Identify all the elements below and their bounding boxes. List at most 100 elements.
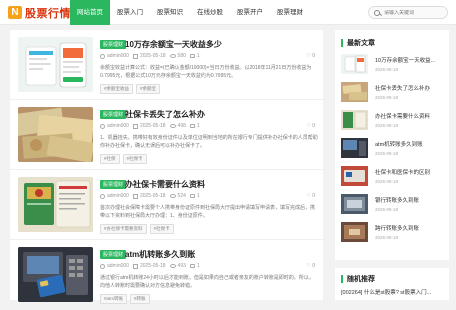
tag[interactable]: #余额宝: [136, 84, 161, 94]
article-thumbnail[interactable]: [18, 247, 93, 302]
article-comments: 1: [196, 263, 200, 269]
article-likes[interactable]: ♡ 0: [306, 193, 315, 199]
article-views: 524: [177, 193, 186, 199]
article-thumbnail[interactable]: [18, 107, 93, 162]
article-item: 股票理财 10万存余额宝一天收益多少 admin000 2025-05-18 5…: [10, 30, 323, 100]
sidebar-article-title[interactable]: 办社保卡需要什么资料: [375, 112, 430, 120]
article-author: admin000: [107, 193, 129, 199]
category-badge[interactable]: 股票理财: [100, 40, 127, 49]
sidebar-thumbnail[interactable]: [341, 82, 368, 102]
tag[interactable]: #atm转账: [100, 294, 128, 304]
sidebar-article-title[interactable]: 跨行转账多久到账: [375, 224, 419, 232]
views-icon: [169, 124, 176, 128]
likes-count: 0: [312, 53, 315, 59]
tag[interactable]: #社保卡: [149, 224, 174, 234]
sidebar-article[interactable]: atm机转账多久到账 2025-05-18: [341, 138, 445, 160]
article-tags: #社保 #社保卡: [100, 154, 147, 164]
nav-item-beginner[interactable]: 股票入门: [110, 0, 150, 25]
sidebar-thumbnail[interactable]: [341, 138, 368, 158]
sidebar-article[interactable]: 社保卡和医保卡的区别 2025-05-18: [341, 166, 445, 188]
sidebar-thumbnail[interactable]: [341, 194, 368, 214]
sidebar-article-title[interactable]: 社保卡丢失了怎么补办: [375, 84, 430, 92]
article-excerpt: 首次办理社会保障卡需要个人携带身份证原件到社保局大厅提出申请填写申请表，填写完成…: [100, 205, 316, 219]
article-meta: admin000 2025-05-18 498 1: [100, 123, 200, 129]
sidebar-article[interactable]: 10万存余额宝一天收益... 2025-05-18: [341, 54, 445, 76]
nav-item-home[interactable]: 网站首页: [70, 0, 110, 25]
article-views: 498: [177, 123, 186, 129]
article-title[interactable]: atm机转账多久到账: [125, 249, 195, 260]
user-icon: [100, 193, 105, 199]
tag[interactable]: #社保卡: [122, 154, 147, 164]
main-nav: 网站首页 股票入门 股票知识 在线炒股 股票开户 股票理财: [70, 0, 310, 25]
article-item: 股票理财 社保卡丢失了怎么补办 admin000 2025-05-18 498 …: [10, 100, 323, 170]
article-date: 2025-05-18: [139, 123, 166, 129]
sidebar-article-title[interactable]: atm机转账多久到账: [375, 140, 423, 148]
site-logo[interactable]: N 股票行情: [8, 5, 71, 20]
article-views: 493: [177, 263, 186, 269]
article-tags: #atm转账 #转账: [100, 294, 150, 304]
category-badge[interactable]: 股票理财: [100, 180, 127, 189]
comment-icon: [189, 54, 195, 58]
recommend-item[interactable]: [002264] 什么是st股票? st股票入门...: [341, 288, 431, 296]
article-title[interactable]: 10万存余额宝一天收益多少: [125, 39, 222, 50]
site-header: N 股票行情 网站首页 股票入门 股票知识 在线炒股 股票开户 股票理财: [0, 0, 456, 25]
comment-icon: [189, 264, 195, 268]
user-icon: [100, 123, 105, 129]
sidebar-thumbnail[interactable]: [341, 166, 368, 186]
search-input[interactable]: [384, 9, 444, 16]
sidebar-thumbnail[interactable]: [341, 110, 368, 130]
tag[interactable]: #余额宝收益: [100, 84, 134, 94]
views-icon: [169, 54, 176, 58]
article-likes[interactable]: ♡ 0: [306, 123, 315, 129]
article-excerpt: 余额宝收益计算公式：收益=(已确认金额/10000)×当日万份收益。以2018年…: [100, 65, 312, 79]
latest-articles-widget: 最新文章 10万存余额宝一天收益... 2025-05-18 社保卡丢失了怎么补…: [335, 30, 449, 260]
article-likes[interactable]: ♡ 0: [306, 53, 315, 59]
likes-count: 0: [312, 263, 315, 269]
article-meta: admin000 2025-05-18 524 1: [100, 193, 200, 199]
logo-text: 股票行情: [25, 7, 71, 20]
article-meta: admin000 2025-05-18 580 1: [100, 53, 200, 59]
tag[interactable]: #办社保卡需要资料: [100, 224, 147, 234]
article-title[interactable]: 办社保卡需要什么资料: [125, 179, 205, 190]
widget-title: 最新文章: [341, 38, 375, 48]
article-views: 580: [177, 53, 186, 59]
article-date: 2025-05-18: [139, 193, 166, 199]
article-thumbnail[interactable]: [18, 177, 93, 232]
nav-item-online-trading[interactable]: 在线炒股: [190, 0, 230, 25]
nav-item-knowledge[interactable]: 股票知识: [150, 0, 190, 25]
comment-icon: [189, 124, 195, 128]
sidebar-article-title[interactable]: 银行转账多久到账: [375, 196, 419, 204]
article-meta: admin000 2025-05-18 493 1: [100, 263, 200, 269]
sidebar-article-title[interactable]: 社保卡和医保卡的区别: [375, 168, 430, 176]
article-likes[interactable]: ♡ 0: [306, 263, 315, 269]
calendar-icon: [132, 53, 138, 59]
article-thumbnail[interactable]: [18, 37, 93, 92]
search-icon[interactable]: [374, 9, 380, 16]
widget-title: 随机推荐: [341, 274, 375, 284]
tag[interactable]: #转账: [130, 294, 150, 304]
likes-count: 0: [312, 123, 315, 129]
article-item: 股票理财 办社保卡需要什么资料 admin000 2025-05-18 524 …: [10, 170, 323, 240]
nav-item-open-account[interactable]: 股票开户: [230, 0, 270, 25]
nav-item-finance[interactable]: 股票理财: [270, 0, 310, 25]
views-icon: [169, 194, 176, 198]
category-badge[interactable]: 股票理财: [100, 250, 127, 259]
article-title[interactable]: 社保卡丢失了怎么补办: [125, 109, 205, 120]
widget-title-text: 随机推荐: [347, 276, 375, 283]
category-badge[interactable]: 股票理财: [100, 110, 127, 119]
sidebar-thumbnail[interactable]: [341, 222, 368, 242]
sidebar-article-date: 2025-05-18: [375, 179, 399, 184]
widget-title-text: 最新文章: [347, 40, 375, 47]
sidebar-article-title[interactable]: 10万存余额宝一天收益...: [375, 56, 435, 64]
sidebar-article[interactable]: 办社保卡需要什么资料 2025-05-18: [341, 110, 445, 132]
sidebar-article[interactable]: 跨行转账多久到账 2025-05-18: [341, 222, 445, 244]
logo-mark: N: [8, 6, 22, 19]
tag[interactable]: #社保: [100, 154, 120, 164]
likes-count: 0: [312, 193, 315, 199]
sidebar-article[interactable]: 社保卡丢失了怎么补办 2025-05-18: [341, 82, 445, 104]
sidebar-article-date: 2025-05-18: [375, 207, 399, 212]
sidebar-article[interactable]: 银行转账多久到账 2025-05-18: [341, 194, 445, 216]
views-icon: [169, 264, 176, 268]
article-comments: 1: [196, 193, 200, 199]
sidebar-thumbnail[interactable]: [341, 54, 368, 74]
